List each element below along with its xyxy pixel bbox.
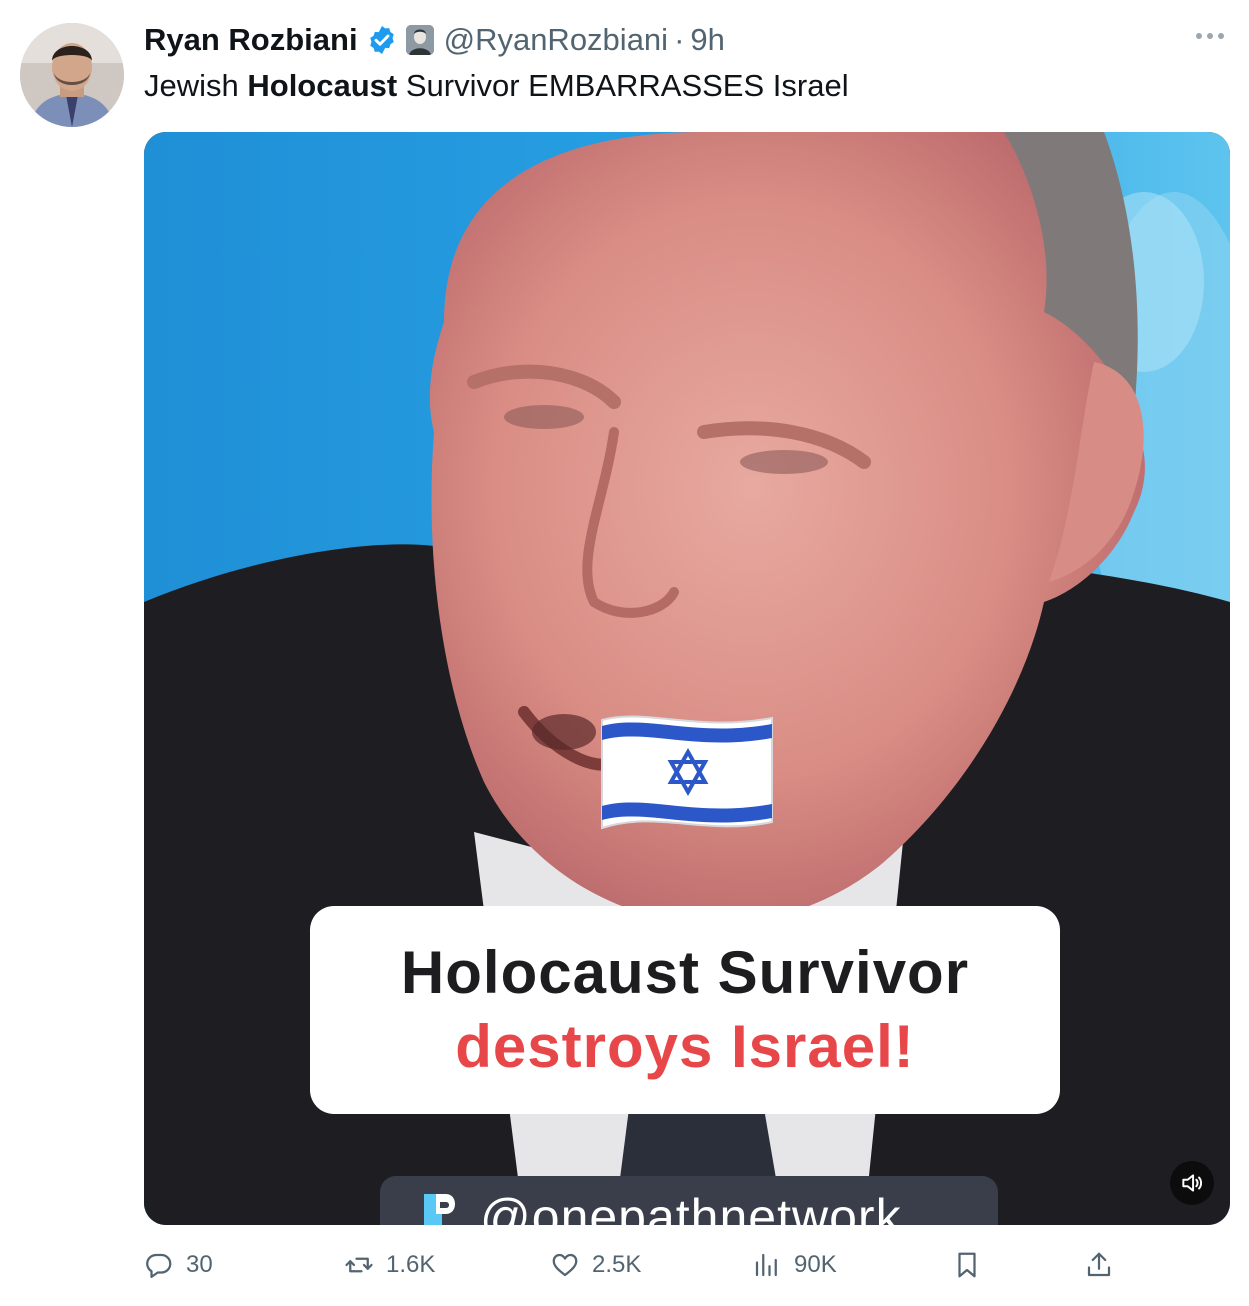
verified-badge-icon bbox=[369, 26, 394, 54]
action-bar: 30 1.6K 2.5K 90K bbox=[144, 1240, 1230, 1290]
tweet-header: Ryan Rozbiani @RyanRozbiani · 9h bbox=[144, 18, 725, 62]
affiliate-badge-icon bbox=[405, 25, 434, 55]
heart-icon bbox=[552, 1253, 578, 1277]
repost-icon bbox=[345, 1257, 373, 1273]
share-icon bbox=[1087, 1252, 1111, 1277]
like-button[interactable]: 2.5K bbox=[550, 1240, 641, 1290]
caption-line-1: Holocaust Survivor bbox=[400, 939, 970, 1006]
israel-flag-icon bbox=[601, 715, 773, 830]
tweet-text: Jewish Holocaust Survivor EMBARRASSES Is… bbox=[144, 68, 849, 103]
more-options-icon[interactable] bbox=[1193, 26, 1227, 46]
volume-button[interactable] bbox=[1170, 1161, 1214, 1205]
reply-icon bbox=[146, 1253, 172, 1278]
share-button[interactable] bbox=[1084, 1240, 1114, 1290]
repost-count: 1.6K bbox=[386, 1251, 436, 1278]
speaker-icon bbox=[1182, 1174, 1203, 1192]
like-count: 2.5K bbox=[592, 1251, 642, 1278]
tweet[interactable]: Ryan Rozbiani @RyanRozbiani · 9h Jewish … bbox=[0, 0, 1249, 1306]
views-chart-icon bbox=[755, 1253, 777, 1277]
views-button[interactable]: 90K bbox=[752, 1240, 837, 1290]
onepath-logo-icon bbox=[424, 1194, 455, 1225]
author-handle[interactable]: @RyanRozbiani bbox=[444, 22, 668, 58]
bookmark-button[interactable] bbox=[952, 1240, 982, 1290]
author-name[interactable]: Ryan Rozbiani bbox=[144, 22, 358, 58]
repost-button[interactable]: 1.6K bbox=[344, 1240, 435, 1290]
channel-watermark: @onepathnetwork bbox=[380, 1176, 998, 1225]
post-time[interactable]: 9h bbox=[690, 22, 724, 58]
reply-button[interactable]: 30 bbox=[144, 1240, 213, 1290]
reply-count: 30 bbox=[186, 1251, 213, 1278]
view-count: 90K bbox=[794, 1251, 837, 1278]
watermark-handle: @onepathnetwork bbox=[480, 1189, 902, 1225]
bookmark-icon bbox=[958, 1252, 976, 1278]
bold-keyword: Holocaust bbox=[247, 68, 398, 103]
avatar[interactable] bbox=[20, 23, 124, 127]
video-player[interactable]: Holocaust Survivor destroys Israel! @one… bbox=[144, 132, 1230, 1225]
separator-dot: · bbox=[674, 22, 685, 57]
caption-line-2: destroys Israel! bbox=[455, 1013, 915, 1080]
video-caption: Holocaust Survivor destroys Israel! bbox=[310, 906, 1060, 1114]
